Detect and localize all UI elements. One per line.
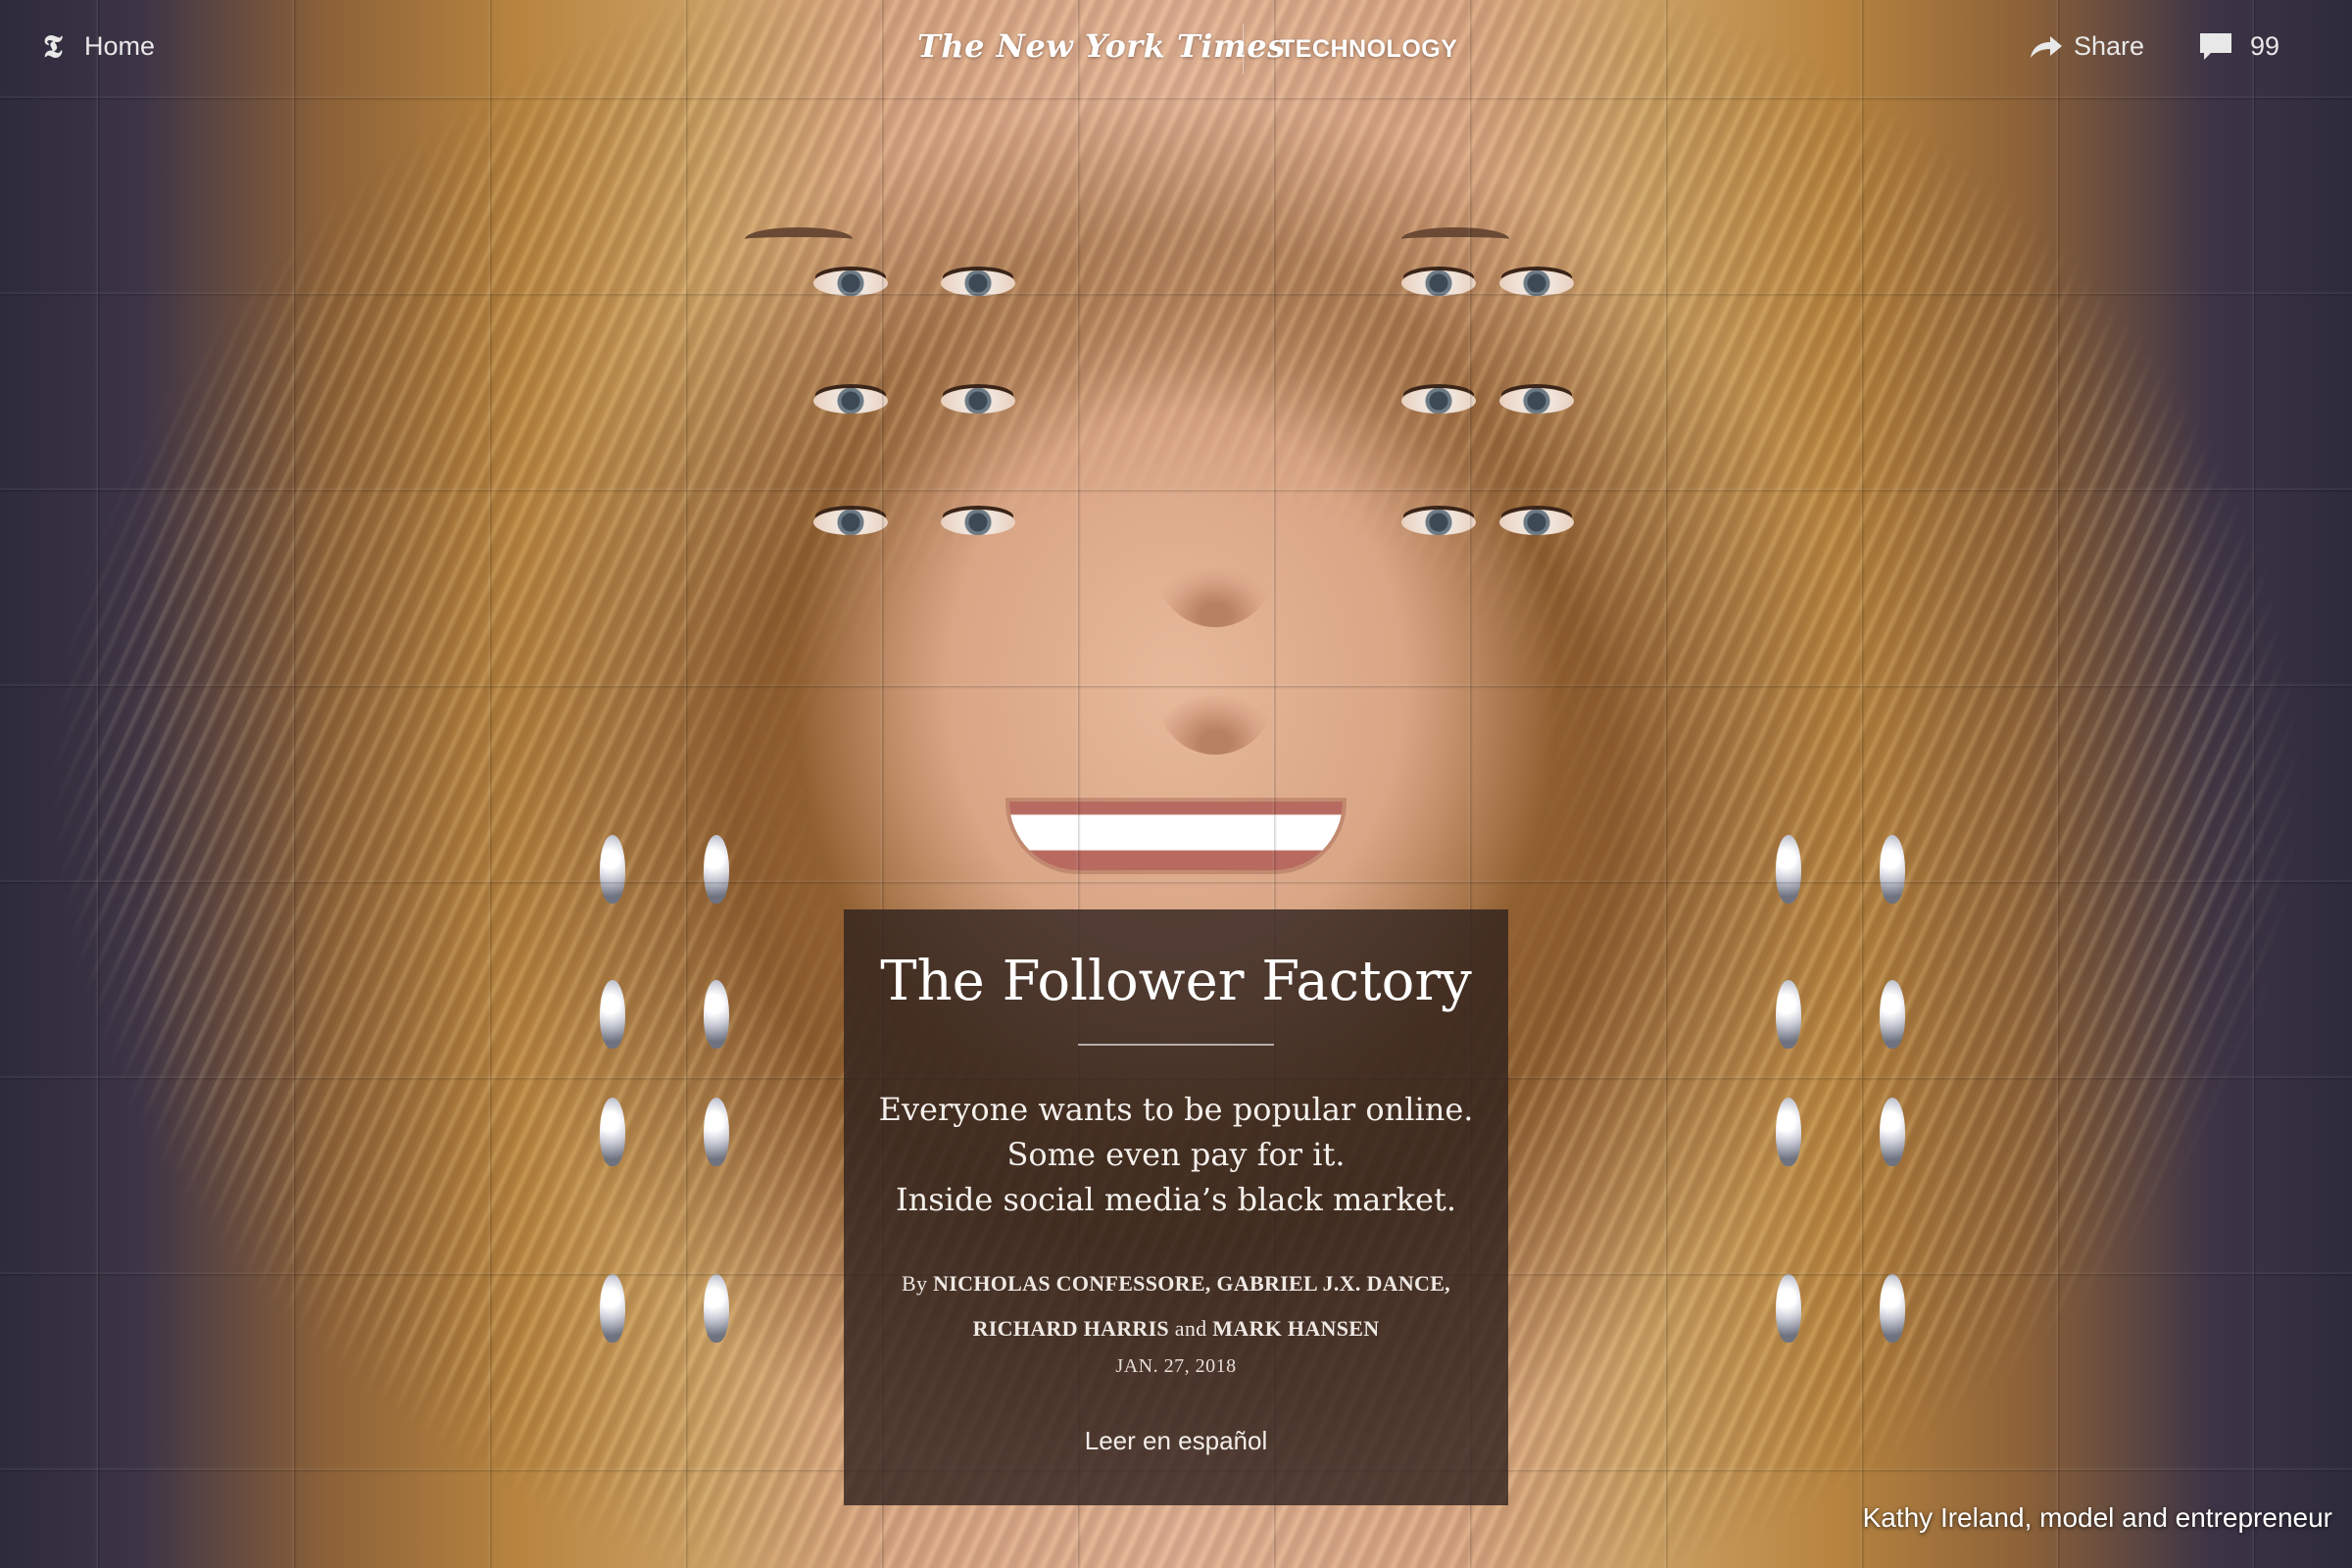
share-arrow-icon xyxy=(2031,35,2062,58)
publish-date: JAN. 27, 2018 xyxy=(1115,1355,1237,1378)
byline-line-1: By NICHOLAS CONFESSORE, GABRIEL J.X. DAN… xyxy=(844,1261,1508,1306)
summary-line: Inside social media’s black market. xyxy=(895,1181,1457,1219)
headline-divider xyxy=(1078,1044,1274,1047)
summary-line: Some even pay for it. xyxy=(1006,1136,1346,1174)
spanish-version-link[interactable]: Leer en español xyxy=(1085,1426,1267,1456)
comments-button[interactable]: 99 xyxy=(2199,31,2279,62)
summary-line: Everyone wants to be popular online. xyxy=(878,1091,1474,1129)
byline-and: and xyxy=(1174,1316,1207,1342)
byline-authors[interactable]: NICHOLAS CONFESSORE, GABRIEL J.X. DANCE, xyxy=(933,1271,1450,1296)
article-headline: The Follower Factory xyxy=(880,950,1472,1013)
byline-author[interactable]: RICHARD HARRIS xyxy=(973,1316,1169,1341)
byline-by: By xyxy=(902,1271,928,1297)
section-label[interactable]: TECHNOLOGY xyxy=(1280,35,1457,64)
top-bar: 𝕿 Home The New York Times TECHNOLOGY Sha… xyxy=(0,0,2352,98)
share-button[interactable]: Share xyxy=(2029,31,2144,62)
home-link[interactable]: 𝕿 Home xyxy=(43,29,155,63)
comment-count: 99 xyxy=(2250,31,2280,61)
photo-caption: Kathy Ireland, model and entrepreneur xyxy=(1862,1502,2332,1533)
byline: By NICHOLAS CONFESSORE, GABRIEL J.X. DAN… xyxy=(844,1261,1508,1351)
comment-bubble-icon xyxy=(2200,32,2231,60)
share-label: Share xyxy=(2074,31,2145,61)
nyt-t-icon: 𝕿 xyxy=(43,27,63,65)
masthead-divider xyxy=(1243,24,1244,74)
byline-line-2: RICHARD HARRIS and MARK HANSEN xyxy=(844,1306,1508,1351)
nyt-masthead-logo[interactable]: The New York Times xyxy=(917,27,1286,65)
headline-card: The Follower Factory Everyone wants to b… xyxy=(844,909,1508,1505)
article-summary: Everyone wants to be popular online. Som… xyxy=(844,1087,1508,1222)
home-label: Home xyxy=(84,30,156,61)
byline-author[interactable]: MARK HANSEN xyxy=(1212,1316,1379,1341)
article-hero: 𝕿 Home The New York Times TECHNOLOGY Sha… xyxy=(0,0,2352,1568)
